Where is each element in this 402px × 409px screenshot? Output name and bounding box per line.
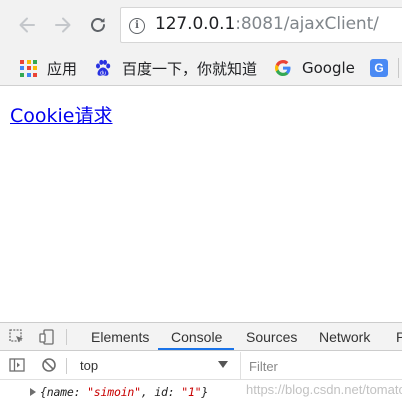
inspect-cursor-icon xyxy=(9,329,23,343)
bookmark-label: 应用 xyxy=(47,59,78,78)
browser-toolbar: i 127.0.0.1:8081/ajaxClient/ xyxy=(0,0,402,50)
reload-button[interactable] xyxy=(87,14,109,36)
url-text: 127.0.0.1:8081/ajaxClient/ xyxy=(155,14,379,34)
bookmark-label: 百度一下，你就知道 xyxy=(122,59,258,78)
tab-network[interactable]: Network xyxy=(319,323,370,351)
bookmark-apps[interactable]: 应用 xyxy=(20,50,77,86)
tab-performance-truncated[interactable]: P xyxy=(396,323,402,351)
bookmark-label: Google xyxy=(302,59,355,77)
back-button[interactable] xyxy=(16,14,38,36)
active-tab-indicator xyxy=(158,348,234,350)
tab-elements[interactable]: Elements xyxy=(91,323,149,351)
devtools-tab-bar: Elements Console Sources Network P xyxy=(0,323,402,351)
obj-name-value: "simoin" xyxy=(87,385,141,399)
watermark: https://blog.csdn.net/tomatocc xyxy=(246,382,402,397)
google-g-icon xyxy=(275,60,291,76)
console-toolbar: top Filter xyxy=(0,352,402,380)
context-selector[interactable]: top xyxy=(74,356,234,376)
bookmarks-bar: 应用 du 百度一下，你就知道 Google G xyxy=(0,50,402,86)
sidebar-toggle-icon xyxy=(9,358,25,372)
obj-close: } xyxy=(201,385,209,399)
url-host: 127.0.0.1 xyxy=(155,14,236,34)
inspect-element-button[interactable] xyxy=(8,328,26,346)
svg-text:du: du xyxy=(100,71,106,77)
reload-icon xyxy=(91,18,105,32)
forward-button[interactable] xyxy=(52,14,74,36)
obj-mid: , id: xyxy=(140,385,182,399)
expand-triangle-icon[interactable] xyxy=(30,388,36,396)
clear-console-button[interactable] xyxy=(40,356,58,374)
filter-placeholder: Filter xyxy=(249,359,278,374)
bookmark-google[interactable]: Google xyxy=(274,50,355,86)
cookie-request-link[interactable]: Cookie请求 xyxy=(10,101,113,128)
obj-id-value: "1" xyxy=(181,385,202,399)
arrow-right-icon xyxy=(55,17,71,33)
context-value: top xyxy=(80,358,99,373)
bookmark-translate[interactable]: G xyxy=(370,50,388,86)
tab-console[interactable]: Console xyxy=(171,323,222,351)
tab-divider xyxy=(66,329,67,345)
tab-sources[interactable]: Sources xyxy=(246,323,297,351)
device-toolbar-button[interactable] xyxy=(38,328,56,346)
toolbar-divider xyxy=(66,358,67,374)
google-translate-icon: G xyxy=(370,59,388,77)
baidu-paw-icon: du xyxy=(96,59,111,77)
bookmark-baidu[interactable]: du 百度一下，你就知道 xyxy=(94,50,257,86)
device-mobile-icon xyxy=(39,329,54,345)
obj-open: {name: xyxy=(40,385,88,399)
apps-grid-icon xyxy=(20,59,37,77)
dropdown-arrow-icon xyxy=(218,361,228,368)
show-sidebar-button[interactable] xyxy=(8,356,26,374)
url-path: :8081/ajaxClient/ xyxy=(235,14,379,34)
arrow-left-icon xyxy=(19,17,35,33)
block-icon xyxy=(42,358,56,372)
address-bar[interactable]: i 127.0.0.1:8081/ajaxClient/ xyxy=(120,7,402,43)
bookmarks-divider xyxy=(398,58,399,78)
info-icon[interactable]: i xyxy=(129,18,145,34)
logged-object: {name: "simoin", id: "1"} xyxy=(40,385,208,399)
console-filter-input[interactable]: Filter xyxy=(240,352,402,380)
